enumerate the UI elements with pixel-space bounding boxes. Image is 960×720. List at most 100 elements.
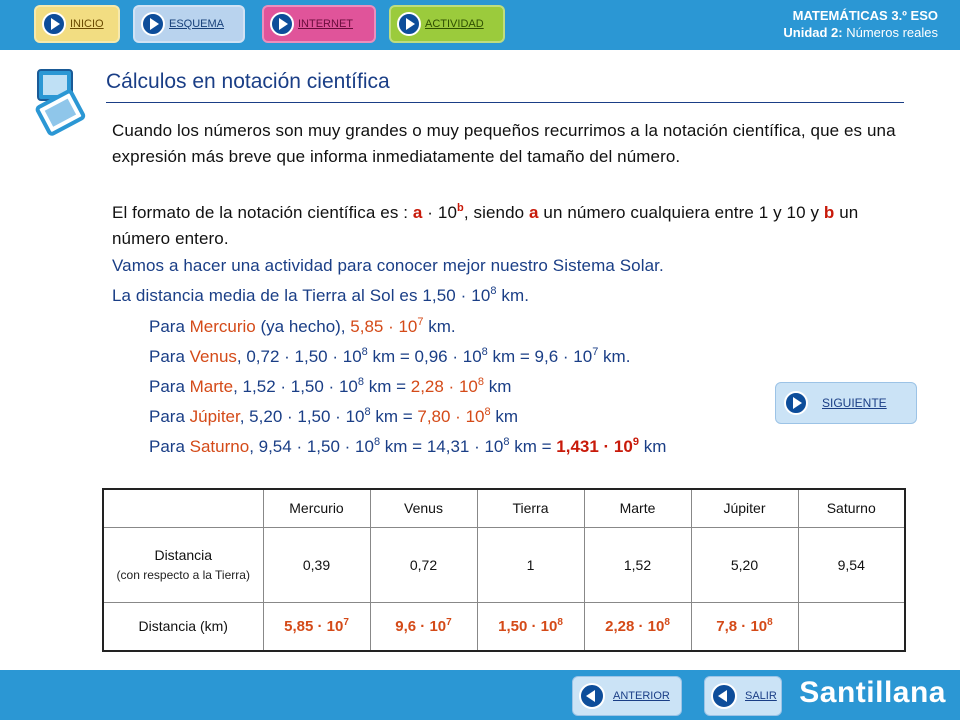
text: km. (598, 347, 631, 366)
title-divider (106, 102, 904, 103)
row-label-cell: Distancia (con respecto a la Tierra) (102, 526, 264, 603)
saturno-line: Para Saturno, 9,54 · 1,50 · 108 km = 14,… (149, 434, 666, 460)
nav-internet-button[interactable]: INTERNET (262, 5, 376, 43)
earth-text: La distancia media de la Tierra al Sol e… (112, 286, 491, 305)
km-value: 5,85 · 10 (284, 617, 344, 635)
text: km = (509, 437, 557, 456)
format-base: · 10 (422, 203, 458, 222)
nav-inicio-label: INICIO (70, 18, 104, 30)
text: Para (149, 347, 190, 366)
format-b: b (823, 203, 835, 222)
table-cell: 5,85 · 107 (262, 601, 371, 652)
table-cell: 9,54 (797, 526, 906, 603)
table-header-cell: Tierra (476, 488, 585, 528)
siguiente-button[interactable]: SIGUIENTE (775, 382, 917, 424)
exponent: 8 (557, 616, 563, 628)
table-cell: 1,52 (583, 526, 692, 603)
text: (ya hecho), (255, 317, 351, 336)
table-header-cell: Venus (369, 488, 478, 528)
santillana-logo: Santillana (799, 676, 946, 709)
table-corner-cell (102, 488, 264, 528)
unit-name: Números reales (846, 25, 938, 40)
format-text: , siendo (463, 203, 530, 222)
back-arrow-icon (579, 683, 605, 709)
table-cell-empty (797, 601, 906, 652)
planet-name: Marte (189, 377, 234, 396)
unit: km (638, 437, 667, 456)
anterior-label: ANTERIOR (613, 690, 670, 702)
result: 2,28 · 10 (410, 377, 478, 396)
text: , 1,52 · 1,50 · 10 (233, 377, 358, 396)
row-sublabel: (con respecto a la Tierra) (116, 567, 250, 582)
play-icon (784, 391, 808, 415)
planet-distance-table: Mercurio Venus Tierra Marte Júpiter Satu… (102, 488, 906, 652)
unit-label: Unidad 2: (783, 25, 843, 40)
course-name: MATEMÁTICAS 3.º ESO (792, 8, 938, 23)
exponent: 8 (767, 616, 773, 628)
text: , 5,20 · 1,50 · 10 (239, 407, 365, 426)
intro-paragraph: Cuando los números son muy grandes o muy… (112, 121, 896, 166)
result: 1,431 · 10 (556, 437, 633, 456)
format-paragraph: El formato de la notación científica es … (112, 200, 912, 252)
text: Para (149, 377, 190, 396)
result: 5,85 · 10 (350, 317, 418, 336)
result: 7,80 · 10 (417, 407, 485, 426)
planet-name: Saturno (189, 437, 250, 456)
km-value: 7,8 · 10 (716, 617, 768, 635)
notebook-icon (35, 69, 86, 136)
format-text: un número cualquiera entre 1 y 10 y (538, 203, 824, 222)
nav-esquema-button[interactable]: ESQUEMA (133, 5, 245, 43)
text: Para (149, 317, 190, 336)
play-icon (42, 12, 66, 36)
text: Para (149, 407, 190, 426)
activity-text: Vamos a hacer una actividad para conocer… (112, 256, 664, 275)
row-label: Distancia (km) (102, 601, 264, 652)
unit: km (490, 407, 518, 426)
km-value: 1,50 · 10 (498, 617, 558, 635)
table-cell: 9,6 · 107 (369, 601, 478, 652)
nav-inicio-button[interactable]: INICIO (34, 5, 120, 43)
table-cell: 7,8 · 108 (690, 601, 799, 652)
mercurio-line: Para Mercurio (ya hecho), 5,85 · 107 km. (149, 314, 456, 340)
table-cell: 1 (476, 526, 585, 603)
table-header-cell: Saturno (797, 488, 906, 528)
table-row: Distancia (con respecto a la Tierra) 0,3… (102, 526, 906, 603)
siguiente-label: SIGUIENTE (822, 396, 887, 410)
salir-button[interactable]: SALIR (704, 676, 782, 716)
planet-name: Mercurio (189, 317, 256, 336)
anterior-button[interactable]: ANTERIOR (572, 676, 682, 716)
table-cell: 5,20 (690, 526, 799, 603)
table-header-cell: Marte (583, 488, 692, 528)
exponent: 7 (343, 616, 349, 628)
table-row: Distancia (km) 5,85 · 107 9,6 · 107 1,50… (102, 601, 906, 652)
page-title: Cálculos en notación científica (106, 70, 390, 93)
marte-line: Para Marte, 1,52 · 1,50 · 108 km = 2,28 … (149, 374, 511, 400)
jupiter-line: Para Júpiter, 5,20 · 1,50 · 108 km = 7,8… (149, 404, 518, 430)
table-cell: 1,50 · 108 (476, 601, 585, 652)
unit: km. (496, 286, 530, 305)
play-icon (141, 12, 165, 36)
table-header-cell: Mercurio (262, 488, 371, 528)
text: km = 9,6 · 10 (487, 347, 593, 366)
text: km = (363, 377, 411, 396)
text: Para (149, 437, 190, 456)
planet-name: Venus (189, 347, 237, 366)
unit: km. (423, 317, 456, 336)
exponent: 7 (446, 616, 452, 628)
nav-actividad-button[interactable]: ACTIVIDAD (389, 5, 505, 43)
text: km = 14,31 · 10 (380, 437, 504, 456)
format-text: El formato de la notación científica es … (112, 203, 413, 222)
text: , 0,72 · 1,50 · 10 (236, 347, 362, 366)
table-header-cell: Júpiter (690, 488, 799, 528)
table-cell: 0,39 (262, 526, 371, 603)
earth-distance-line: La distancia media de la Tierra al Sol e… (112, 283, 529, 309)
format-a: a (529, 203, 539, 222)
back-arrow-icon (711, 683, 737, 709)
unit: km (483, 377, 512, 396)
text: , 9,54 · 1,50 · 10 (249, 437, 374, 456)
nav-esquema-label: ESQUEMA (169, 18, 225, 30)
venus-line: Para Venus, 0,72 · 1,50 · 108 km = 0,96 … (149, 344, 630, 370)
nav-internet-label: INTERNET (298, 18, 353, 30)
table-header-row: Mercurio Venus Tierra Marte Júpiter Satu… (102, 488, 906, 528)
play-icon (270, 12, 294, 36)
